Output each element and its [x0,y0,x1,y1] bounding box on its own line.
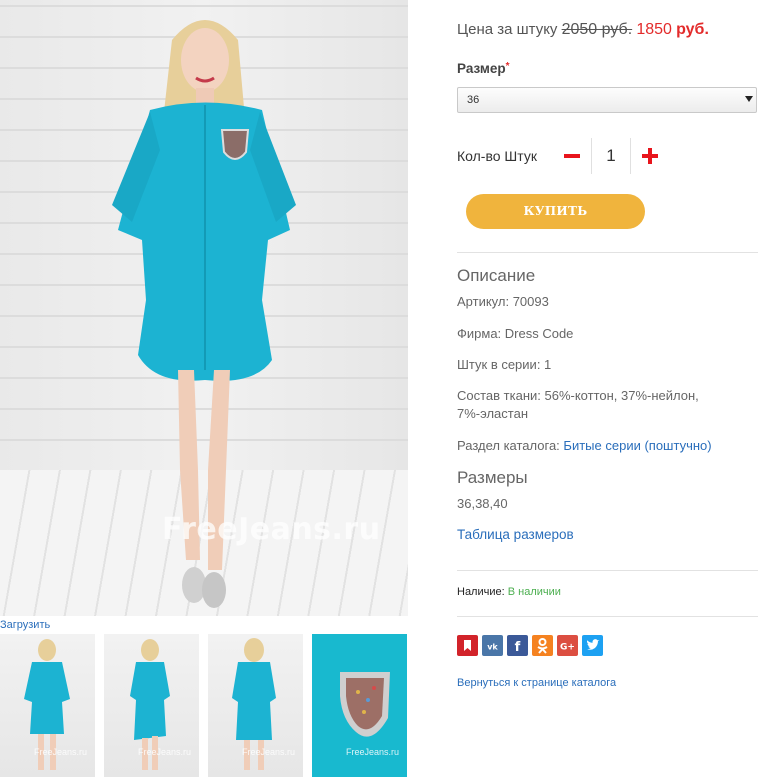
composition-text-line1: Состав ткани: 56%-коттон, 37%-нейлон, [457,388,699,403]
facebook-icon[interactable]: f [507,635,528,656]
availability-label: Наличие: [457,586,505,598]
odnoklassniki-glyph [537,638,548,654]
thumbnail-watermark: FreeJeans.ru [346,747,400,757]
catalog-link[interactable]: Битые серии (поштучно) [563,438,711,453]
sizes-title: Размеры [457,468,528,487]
sizes-list: 36,38,40 [457,496,508,511]
quantity-value: 1 [606,146,616,165]
back-to-catalog-link[interactable]: Вернуться к странице каталога [457,677,616,689]
thumbnail-strip: FreeJeans.ru FreeJeans.ru FreeJeans.ru F… [0,634,408,777]
google-plus-glyph: G+ [560,643,575,653]
catalog-section: Раздел каталога: Битые серии (поштучно) [457,438,712,453]
facebook-glyph: f [515,640,521,655]
thumbnail-watermark: FreeJeans.ru [34,747,88,757]
odnoklassniki-icon[interactable] [532,635,553,656]
buy-button[interactable]: КУПИТЬ [466,194,645,229]
thumbnail-patch-closeup[interactable]: FreeJeans.ru [312,634,407,777]
twitter-glyph [587,639,600,650]
size-select-value: 36 [467,94,480,106]
size-table-link[interactable]: Таблица размеров [457,527,574,542]
catalog-label: Раздел каталога: [457,438,560,453]
divider [457,616,758,617]
bookmark-glyph [464,640,471,651]
main-product-photo[interactable]: FreeJeans.ru [0,0,408,616]
price-label: Цена за штуку [457,21,558,38]
divider [457,570,758,571]
google-plus-icon[interactable]: G+ [557,635,578,656]
description-title: Описание [457,266,536,285]
size-select[interactable]: 36 [457,87,757,113]
thumbnail-front[interactable]: FreeJeans.ru [0,634,95,777]
quantity-decrease-button[interactable] [561,143,583,169]
size-label: Размер* [457,61,510,76]
old-price: 2050 руб. [561,21,633,38]
article-text: Артикул: 70093 [457,294,549,309]
composition-text-line2: 7%-эластан [457,406,528,421]
required-mark: * [505,61,510,72]
twitter-icon[interactable] [582,635,603,656]
svg-text:vk: vk [487,643,498,652]
quantity-input[interactable]: 1 [591,138,631,174]
thumbnail-watermark: FreeJeans.ru [138,747,192,757]
new-price: 1850 [636,21,672,38]
vk-icon[interactable]: vk [482,635,503,656]
vk-glyph: vk [487,643,498,652]
chevron-down-icon [745,96,753,102]
size-label-text: Размер [457,61,506,76]
upload-link[interactable]: Загрузить [0,619,50,631]
brand-text: Фирма: Dress Code [457,326,574,341]
thumbnail-side[interactable]: FreeJeans.ru [104,634,199,777]
buy-button-label: КУПИТЬ [523,204,588,218]
bookmark-icon[interactable] [457,635,478,656]
price-row: Цена за штуку 2050 руб. 1850 руб. [457,21,709,39]
photo-watermark: FreeJeans.ru [162,512,381,547]
availability-status: В наличии [507,586,561,598]
quantity-increase-button[interactable] [639,143,661,169]
quantity-label: Кол-во Штук [457,148,537,164]
svg-text:G+: G+ [560,643,575,653]
thumbnail-watermark: FreeJeans.ru [242,747,296,757]
divider [457,252,758,253]
thumbnail-back[interactable]: FreeJeans.ru [208,634,303,777]
availability: Наличие: В наличии [457,586,561,598]
per-series-text: Штук в серии: 1 [457,357,552,372]
svg-text:f: f [515,640,521,655]
price-currency: руб. [676,21,709,38]
